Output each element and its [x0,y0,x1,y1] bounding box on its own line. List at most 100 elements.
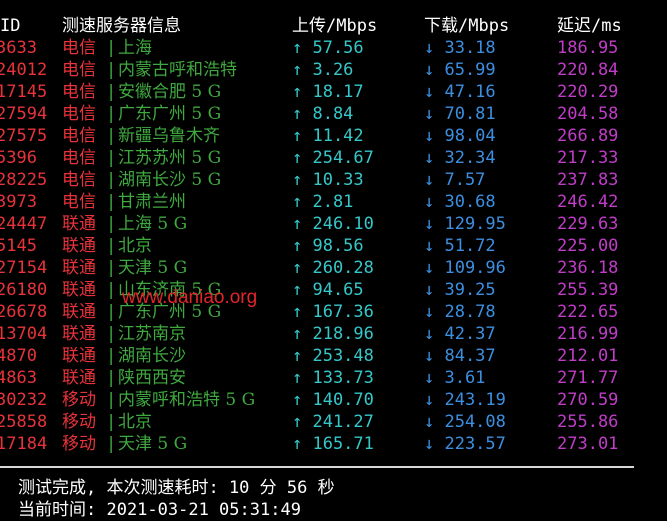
row-isp: 联通 [62,346,96,366]
row-separator: | [106,82,117,102]
row-node: 江苏苏州 5 G [118,148,222,168]
row-latency: 216.99 [557,324,619,344]
row-download: ↓ 7.57 [424,170,486,190]
row-separator: | [106,368,117,388]
row-id: 30232 [0,390,48,410]
row-id: 26678 [0,302,48,322]
row-id: 27154 [0,258,48,278]
row-latency: 225.00 [557,236,619,256]
table-row: 26678 联通 | 广东广州 5 G ↑ 167.36 ↓ 28.78 222.65 [0,301,667,323]
row-id: 26180 [0,280,48,300]
row-download: ↓ 254.08 [424,412,506,432]
row-latency: 222.65 [557,302,619,322]
header-server-info: 测速服务器信息 [62,16,181,36]
row-latency: 229.63 [557,214,619,234]
row-isp: 电信 [62,82,96,102]
row-upload: ↑ 167.36 [292,302,374,322]
row-download: ↓ 109.96 [424,258,506,278]
row-id: 4863 [0,368,37,388]
row-node: 湖南长沙 5 G [118,170,222,190]
row-upload: ↑ 94.65 [292,280,364,300]
row-node: 新疆乌鲁木齐 [118,126,220,146]
row-id: 17184 [0,434,48,454]
row-latency: 236.18 [557,258,619,278]
row-isp: 联通 [62,214,96,234]
row-id: 17145 [0,82,48,102]
row-isp: 移动 [62,390,96,410]
row-latency: 273.01 [557,434,619,454]
row-id: 24447 [0,214,48,234]
row-node: 北京 [118,412,152,432]
row-separator: | [106,236,117,256]
row-isp: 电信 [62,148,96,168]
table-row: 30232 移动 | 内蒙呼和浩特 5 G ↑ 140.70 ↓ 243.19 270.59 [0,389,667,411]
row-id: 25858 [0,412,48,432]
row-upload: ↑ 2.81 [292,192,354,212]
row-download: ↓ 223.57 [424,434,506,454]
row-id: 5396 [0,148,37,168]
row-id: 5145 [0,236,37,256]
row-separator: | [106,302,117,322]
table-row: 3973 电信 | 甘肃兰州 ↑ 2.81 ↓ 30.68 246.42 [0,191,667,213]
table-row: 26180 联通 | 山东济南 5 G ↑ 94.65 ↓ 39.25 255.39 [0,279,667,301]
row-separator: | [106,390,117,410]
row-download: ↓ 65.99 [424,60,496,80]
table-bottom-rule [0,466,634,468]
row-id: 4870 [0,346,37,366]
row-upload: ↑ 18.17 [292,82,364,102]
row-latency: 212.01 [557,346,619,366]
row-isp: 联通 [62,280,96,300]
header-latency: 延迟/ms [557,16,622,36]
row-download: ↓ 42.37 [424,324,496,344]
row-id: 13704 [0,324,48,344]
row-latency: 266.89 [557,126,619,146]
row-id: 24012 [0,60,48,80]
row-separator: | [106,60,117,80]
row-latency: 220.29 [557,82,619,102]
row-latency: 270.59 [557,390,619,410]
table-row: 17145 电信 | 安徽合肥 5 G ↑ 18.17 ↓ 47.16 220.29 [0,81,667,103]
row-latency: 237.83 [557,170,619,190]
row-node: 内蒙古呼和浩特 [118,60,237,80]
row-upload: ↑ 254.67 [292,148,374,168]
row-separator: | [106,434,117,454]
row-latency: 186.95 [557,38,619,58]
row-upload: ↑ 8.84 [292,104,354,124]
row-download: ↓ 32.34 [424,148,496,168]
row-id: 3973 [0,192,37,212]
row-isp: 电信 [62,60,96,80]
table-row: 24012 电信 | 内蒙古呼和浩特 ↑ 3.26 ↓ 65.99 220.84 [0,59,667,81]
row-separator: | [106,346,117,366]
row-latency: 204.58 [557,104,619,124]
row-upload: ↑ 98.56 [292,236,364,256]
row-download: ↓ 243.19 [424,390,506,410]
row-separator: | [106,280,117,300]
row-separator: | [106,38,117,58]
row-upload: ↑ 140.70 [292,390,374,410]
header-upload: 上传/Mbps [292,16,378,36]
header-download: 下载/Mbps [424,16,510,36]
row-latency: 220.84 [557,60,619,80]
row-upload: ↑ 10.33 [292,170,364,190]
row-upload: ↑ 165.71 [292,434,374,454]
watermark-text: www.daniao.org [122,287,258,308]
table-row: 13704 联通 | 江苏南京 ↑ 218.96 ↓ 42.37 216.99 [0,323,667,345]
row-upload: ↑ 3.26 [292,60,354,80]
row-download: ↓ 84.37 [424,346,496,366]
row-upload: ↑ 133.73 [292,368,374,388]
row-separator: | [106,412,117,432]
row-separator: | [106,170,117,190]
row-download: ↓ 3.61 [424,368,486,388]
row-separator: | [106,192,117,212]
table-row: 4870 联通 | 湖南长沙 ↑ 253.48 ↓ 84.37 212.01 [0,345,667,367]
test-completed-message: 测试完成, 本次测速耗时: 10 分 56 秒 [18,478,335,498]
row-isp: 移动 [62,412,96,432]
row-separator: | [106,258,117,278]
row-isp: 移动 [62,434,96,454]
table-row: 25858 移动 | 北京 ↑ 241.27 ↓ 254.08 255.86 [0,411,667,433]
row-id: 3633 [0,38,37,58]
row-isp: 电信 [62,192,96,212]
table-row: 27154 联通 | 天津 5 G ↑ 260.28 ↓ 109.96 236.18 [0,257,667,279]
row-latency: 255.39 [557,280,619,300]
row-id: 27594 [0,104,48,124]
